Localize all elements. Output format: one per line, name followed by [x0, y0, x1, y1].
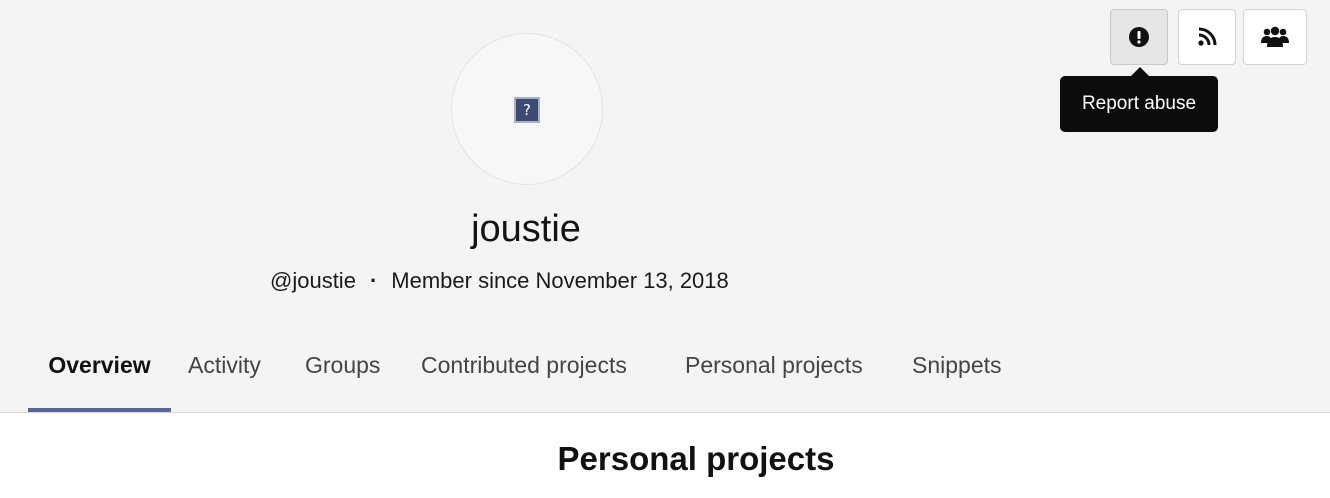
section-title: Personal projects	[557, 440, 835, 477]
profile-meta: @joustie · Member since November 13, 2018	[270, 268, 729, 294]
report-abuse-tooltip: Report abuse	[1060, 76, 1218, 132]
profile-name: joustie	[471, 208, 581, 250]
meta-separator: ·	[369, 268, 378, 293]
exclamation-circle-icon	[1128, 26, 1150, 48]
report-abuse-button[interactable]	[1110, 9, 1168, 65]
users-icon	[1261, 26, 1289, 48]
broken-image-icon: ?	[514, 97, 540, 123]
profile-handle: @joustie	[270, 268, 356, 293]
profile-header: ? joustie @joustie · Member since November…	[0, 0, 1330, 413]
tab-contributed-projects[interactable]: Contributed projects	[421, 340, 627, 412]
rss-icon	[1197, 27, 1217, 47]
group-members-button[interactable]	[1243, 9, 1307, 65]
tooltip-arrow	[1131, 67, 1149, 76]
tab-groups[interactable]: Groups	[305, 340, 380, 412]
member-since: Member since November 13, 2018	[391, 268, 729, 293]
tab-personal-projects[interactable]: Personal projects	[685, 340, 863, 412]
tab-activity[interactable]: Activity	[188, 340, 261, 412]
tab-snippets[interactable]: Snippets	[912, 340, 1002, 412]
rss-button[interactable]	[1178, 9, 1236, 65]
tab-overview[interactable]: Overview	[28, 340, 171, 412]
